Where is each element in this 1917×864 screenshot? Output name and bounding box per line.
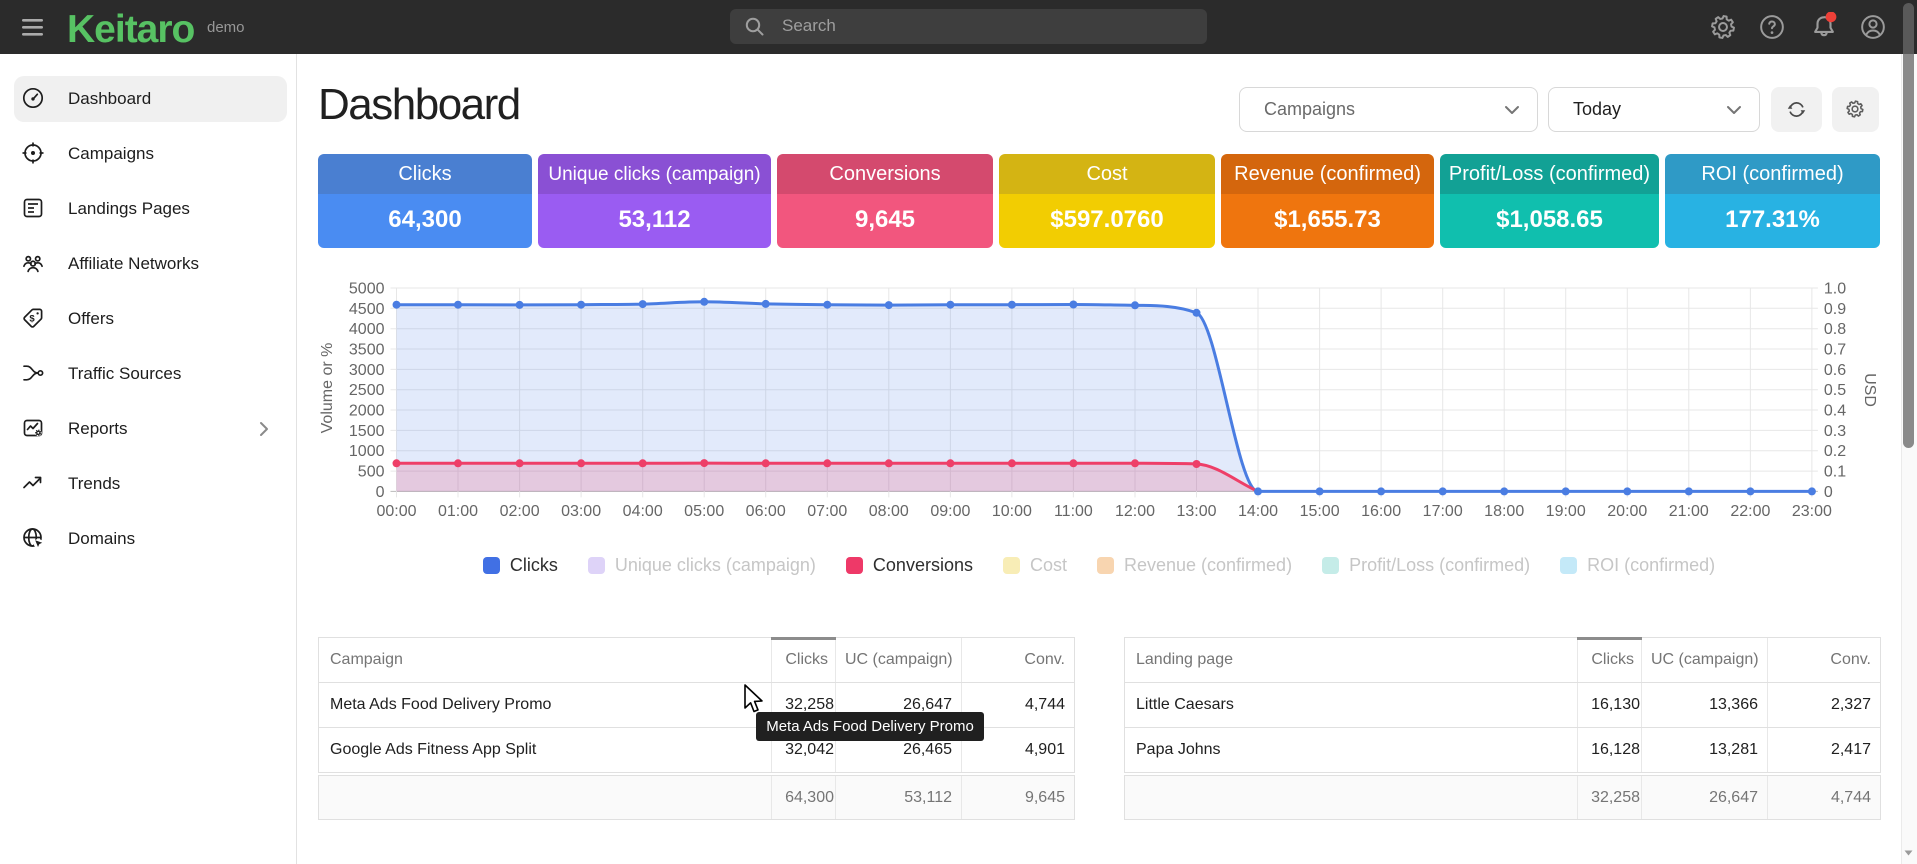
svg-text:07:00: 07:00: [807, 503, 847, 520]
svg-text:17:00: 17:00: [1423, 503, 1463, 520]
svg-text:22:00: 22:00: [1730, 503, 1770, 520]
svg-text:19:00: 19:00: [1546, 503, 1586, 520]
svg-text:06:00: 06:00: [746, 503, 786, 520]
svg-text:08:00: 08:00: [869, 503, 909, 520]
svg-text:3500: 3500: [349, 342, 385, 359]
svg-text:10:00: 10:00: [992, 503, 1032, 520]
svg-text:09:00: 09:00: [930, 503, 970, 520]
svg-text:USD: USD: [1861, 373, 1878, 407]
svg-text:03:00: 03:00: [561, 503, 601, 520]
svg-text:4000: 4000: [349, 321, 385, 338]
svg-text:15:00: 15:00: [1300, 503, 1340, 520]
svg-text:12:00: 12:00: [1115, 503, 1155, 520]
svg-text:23:00: 23:00: [1792, 503, 1832, 520]
svg-text:4500: 4500: [349, 301, 385, 318]
svg-text:11:00: 11:00: [1054, 503, 1093, 520]
svg-text:0.8: 0.8: [1824, 321, 1846, 338]
svg-text:1.0: 1.0: [1824, 281, 1846, 298]
svg-text:21:00: 21:00: [1669, 503, 1709, 520]
svg-text:0.4: 0.4: [1824, 403, 1846, 420]
svg-text:0.7: 0.7: [1824, 342, 1846, 359]
svg-text:3000: 3000: [349, 362, 385, 379]
svg-text:02:00: 02:00: [500, 503, 540, 520]
svg-text:2000: 2000: [349, 403, 385, 420]
svg-text:01:00: 01:00: [438, 503, 478, 520]
svg-text:0.1: 0.1: [1824, 464, 1846, 481]
svg-text:18:00: 18:00: [1484, 503, 1524, 520]
svg-text:1000: 1000: [349, 443, 385, 460]
svg-text:500: 500: [358, 464, 385, 481]
svg-text:2500: 2500: [349, 382, 385, 399]
svg-text:0.6: 0.6: [1824, 362, 1846, 379]
svg-text:16:00: 16:00: [1361, 503, 1401, 520]
svg-text:0.3: 0.3: [1824, 423, 1846, 440]
svg-text:0: 0: [1824, 484, 1833, 501]
svg-text:14:00: 14:00: [1238, 503, 1278, 520]
svg-text:00:00: 00:00: [376, 503, 416, 520]
svg-text:0.5: 0.5: [1824, 382, 1846, 399]
svg-text:1500: 1500: [349, 423, 385, 440]
svg-text:5000: 5000: [349, 281, 385, 298]
svg-text:05:00: 05:00: [684, 503, 724, 520]
svg-text:13:00: 13:00: [1176, 503, 1216, 520]
svg-text:0.2: 0.2: [1824, 443, 1846, 460]
svg-text:0: 0: [376, 484, 385, 501]
svg-text:Volume or %: Volume or %: [319, 343, 336, 434]
svg-text:0.9: 0.9: [1824, 301, 1846, 318]
svg-text:$: $: [29, 314, 35, 325]
svg-text:04:00: 04:00: [623, 503, 663, 520]
svg-text:20:00: 20:00: [1607, 503, 1647, 520]
